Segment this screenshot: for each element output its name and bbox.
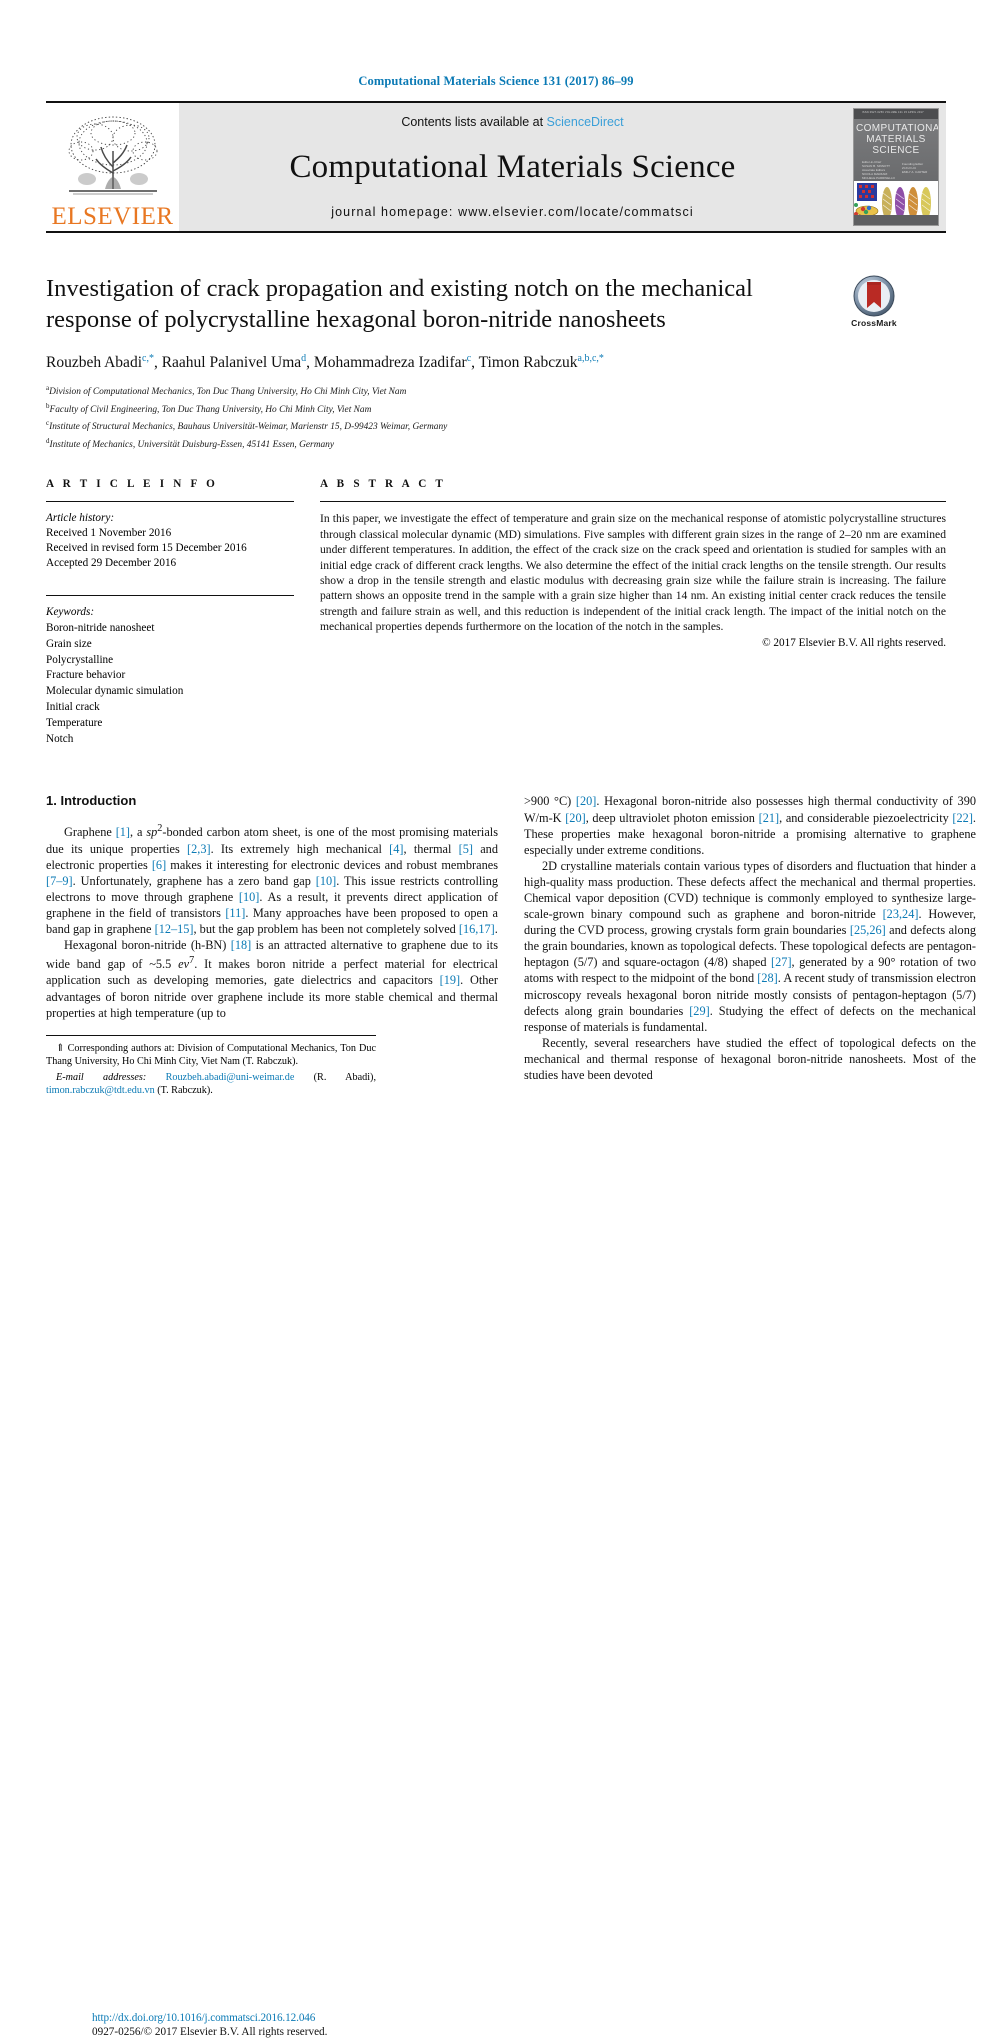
cover-editors-col2: Founding Editor ZI-KUI LIU EMILY A. CART… [902, 162, 928, 175]
affiliation-list: aDivision of Computational Mechanics, To… [46, 382, 816, 452]
citation-ref[interactable]: [20] [576, 794, 597, 808]
cover-micro-text: ISSN 0927-0256 VOLUME 131 15 APRIL 2017 [862, 111, 924, 114]
citation-ref[interactable]: [4] [389, 842, 403, 856]
crossmark-icon [853, 275, 895, 317]
keyword-item: Notch [46, 732, 74, 745]
contents-available-line: Contents lists available at ScienceDirec… [401, 115, 623, 129]
info-and-abstract: A R T I C L E I N F O Article history: R… [46, 478, 946, 747]
citation-ref[interactable]: [1] [116, 826, 130, 840]
email-link-rabczuk[interactable]: timon.rabczuk@tdt.edu.vn [46, 1085, 155, 1096]
email-owner-2: (T. Rabczuk). [154, 1084, 213, 1096]
citation-ref[interactable]: [25,26] [850, 923, 886, 937]
history-item: Received in revised form 15 December 201… [46, 542, 247, 555]
author-item: Timon Rabczuka,b,c,* [478, 353, 604, 372]
elsevier-tree-icon [68, 116, 157, 195]
citation-ref[interactable]: [23,24] [883, 907, 919, 921]
keyword-item: Molecular dynamic simulation [46, 685, 184, 698]
sciencedirect-link[interactable]: ScienceDirect [547, 115, 624, 129]
abstract-heading: A B S T R A C T [320, 478, 447, 491]
citation-ref[interactable]: [22] [952, 811, 973, 825]
doi-link[interactable]: http://dx.doi.org/10.1016/j.commatsci.20… [92, 2011, 544, 2025]
paragraph: Hexagonal boron-nitride (h-BN) [18] is a… [46, 938, 498, 1020]
paragraph: Recently, several researchers have studi… [524, 1035, 976, 1083]
citation-ref[interactable]: [7–9] [46, 874, 73, 888]
citation-ref[interactable]: [29] [689, 1004, 710, 1018]
footnote-block: ⇑ Corresponding authors at: Division of … [46, 1034, 376, 1098]
running-head: Computational Materials Science 131 (201… [358, 74, 634, 88]
abstract-copyright: © 2017 Elsevier B.V. All rights reserved… [762, 636, 946, 649]
author-item: Rouzbeh Abadic,* [46, 353, 154, 372]
citation-ref[interactable]: [27] [771, 955, 792, 969]
title-block: Investigation of crack propagation and e… [46, 273, 946, 452]
affiliation-item: bFaculty of Civil Engineering, Ton Duc T… [46, 401, 372, 415]
citation-ref[interactable]: [12–15] [155, 922, 194, 936]
journal-title: Computational Materials Science [289, 148, 736, 185]
email-link-abadi[interactable]: Rouzbeh.abadi@uni-weimar.de [166, 1072, 295, 1083]
crossmark-badge-container[interactable]: CrossMark [818, 275, 930, 328]
citation-ref[interactable]: [6] [152, 858, 166, 872]
body-columns: 1. Introduction Graphene [1], a sp2-bond… [46, 793, 976, 2038]
citation-ref[interactable]: [10] [316, 874, 337, 888]
author-list: Rouzbeh Abadic,*, Raahul Palanivel Umad,… [46, 353, 604, 372]
divider [46, 595, 294, 597]
affiliation-item: aDivision of Computational Mechanics, To… [46, 384, 407, 398]
keyword-item: Fracture behavior [46, 669, 126, 682]
divider [46, 501, 294, 503]
contents-prefix: Contents lists available at [401, 115, 547, 129]
email-addresses-note: E-mail addresses: Rouzbeh.abadi@uni-weim… [46, 1071, 376, 1098]
citation-ref[interactable]: [10] [239, 890, 260, 904]
email-owner-1: (R. Abadi), [294, 1071, 376, 1083]
author-item: Raahul Palanivel Umad [161, 353, 307, 372]
abstract-text: In this paper, we investigate the effect… [320, 512, 946, 634]
body-column-right: >900 °C) [20]. Hexagonal boron-nitride a… [524, 793, 976, 1097]
keyword-item: Boron-nitride nanosheet [46, 622, 155, 635]
citation-ref[interactable]: [20] [565, 811, 586, 825]
elsevier-logo: ELSEVIER [46, 103, 179, 231]
affiliation-item: dInstitute of Mechanics, Universität Dui… [46, 436, 335, 450]
keyword-item: Polycrystalline [46, 653, 114, 666]
paragraph: Graphene [1], a sp2-bonded carbon atom s… [46, 823, 498, 937]
author-item: Mohammadreza Izadifarc [313, 353, 472, 372]
article-history-label: Article history: [46, 512, 115, 525]
citation-ref[interactable]: [16,17] [459, 922, 495, 936]
affiliation-item: cInstitute of Structural Mechanics, Bauh… [46, 419, 448, 433]
citation-ref[interactable]: [18] [231, 938, 252, 952]
corresponding-author-note: ⇑ Corresponding authors at: Division of … [46, 1042, 376, 1068]
keyword-item: Temperature [46, 716, 103, 729]
article-page: Computational Materials Science 131 (201… [0, 0, 992, 2038]
journal-cover-thumbnail: ISSN 0927-0256 VOLUME 131 15 APRIL 2017 … [853, 108, 939, 226]
masthead-center: Contents lists available at ScienceDirec… [179, 103, 846, 231]
elsevier-wordmark: ELSEVIER [51, 203, 174, 230]
journal-masthead: ELSEVIER Contents lists available at Sci… [46, 101, 946, 233]
crossmark-label: CrossMark [851, 318, 897, 328]
citation-ref[interactable]: [21] [759, 811, 780, 825]
divider [320, 501, 946, 503]
history-item: Accepted 29 December 2016 [46, 557, 177, 570]
article-info-column: A R T I C L E I N F O Article history: R… [46, 478, 294, 747]
keyword-item: Initial crack [46, 701, 100, 714]
paragraph: 2D crystalline materials contain various… [524, 858, 976, 1034]
citation-ref[interactable]: [11] [225, 906, 245, 920]
section-heading-introduction: 1. Introduction [46, 793, 137, 809]
article-info-heading: A R T I C L E I N F O [46, 478, 219, 491]
body-column-left: 1. Introduction Graphene [1], a sp2-bond… [46, 793, 498, 2038]
citation-ref[interactable]: [2,3] [187, 842, 211, 856]
citation-ref[interactable]: [19] [440, 973, 461, 987]
paragraph: >900 °C) [20]. Hexagonal boron-nitride a… [524, 794, 977, 857]
citation-ref[interactable]: [5] [459, 842, 473, 856]
keyword-item: Grain size [46, 637, 92, 650]
journal-cover-container: ISSN 0927-0256 VOLUME 131 15 APRIL 2017 … [846, 103, 946, 231]
abstract-column: A B S T R A C T In this paper, we invest… [320, 478, 946, 747]
cover-footer [854, 214, 938, 225]
page-title: Investigation of crack propagation and e… [46, 275, 753, 333]
email-label: E-mail addresses: [56, 1071, 147, 1083]
journal-homepage-link[interactable]: journal homepage: www.elsevier.com/locat… [331, 205, 693, 219]
citation-ref[interactable]: [28] [757, 971, 778, 985]
keywords-label: Keywords: [46, 606, 95, 619]
history-item: Received 1 November 2016 [46, 527, 172, 540]
issn-copyright: 0927-0256/© 2017 Elsevier B.V. All right… [92, 2026, 328, 2039]
keywords-block: Keywords: Boron-nitride nanosheet Grain … [46, 595, 294, 747]
cover-title: COMPUTATIONAL MATERIALS SCIENCE [856, 122, 939, 156]
